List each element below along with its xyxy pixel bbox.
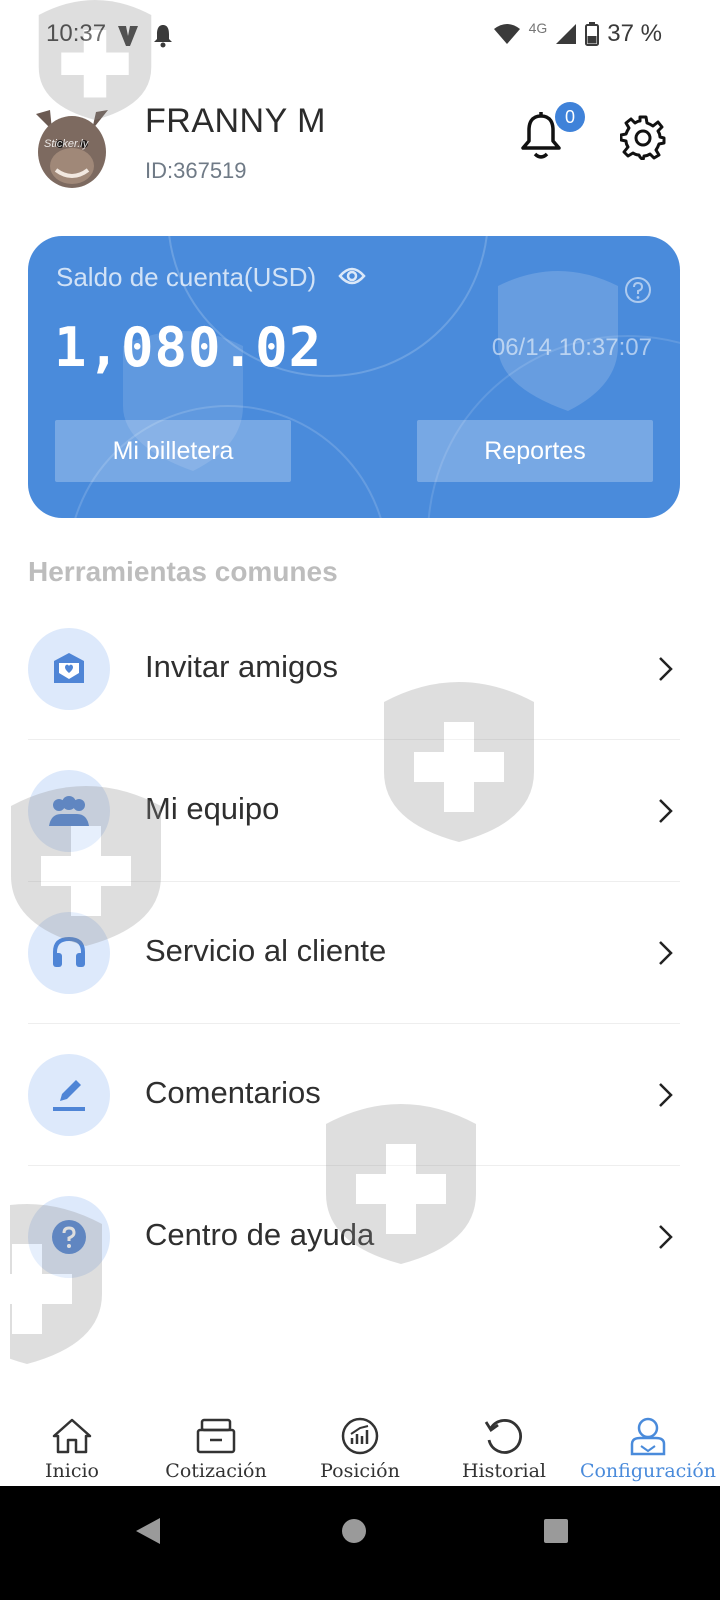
tab-quotes[interactable]: Cotización	[144, 1404, 288, 1486]
bottom-tab-bar: Inicio Cotización Posición Historial Con…	[0, 1404, 720, 1486]
app-notification-icon	[118, 26, 138, 46]
chevron-right-icon	[659, 1225, 673, 1249]
section-title: Herramientas comunes	[28, 556, 338, 587]
status-right: 4G 37 %	[493, 20, 662, 48]
system-nav-bar	[0, 1486, 720, 1600]
history-icon	[484, 1419, 522, 1454]
balance-card: Saldo de cuenta(USD) 1,080.02 06/14 10:3…	[28, 236, 680, 518]
tools-menu: Invitar amigos Mi equipo Servicio al cli…	[28, 598, 680, 1307]
balance-label: Saldo de cuenta(USD)	[56, 262, 317, 292]
edit-icon-wrap	[28, 1054, 110, 1136]
tab-label: Configuración	[579, 1460, 717, 1482]
signal-icon	[556, 24, 577, 44]
menu-label: Invitar amigos	[145, 649, 338, 684]
quote-icon	[196, 1418, 236, 1454]
tab-settings[interactable]: Configuración	[576, 1404, 720, 1486]
recents-icon[interactable]	[542, 1516, 570, 1546]
balance-amount: 1,080.02	[54, 316, 323, 379]
menu-label: Mi equipo	[145, 791, 280, 826]
toggle-visibility-button[interactable]	[338, 266, 366, 291]
user-id: ID:367519	[145, 158, 247, 183]
tab-label: Cotización	[165, 1460, 267, 1482]
tab-label: Posición	[320, 1460, 400, 1482]
menu-label: Comentarios	[145, 1075, 321, 1110]
battery-icon	[585, 22, 600, 46]
tab-history[interactable]: Historial	[432, 1404, 576, 1486]
menu-item-my-team[interactable]: Mi equipo	[28, 740, 680, 882]
team-icon-wrap	[28, 770, 110, 852]
invite-icon-wrap	[28, 628, 110, 710]
menu-item-help-center[interactable]: Centro de ayuda	[28, 1166, 680, 1307]
gear-icon	[619, 115, 666, 162]
menu-label: Centro de ayuda	[145, 1217, 375, 1252]
chevron-right-icon	[659, 941, 673, 965]
wallet-button[interactable]: Mi billetera	[55, 420, 291, 482]
menu-label: Servicio al cliente	[145, 933, 387, 968]
status-bar: 10:37 4G 37 %	[0, 0, 720, 72]
settings-button[interactable]	[619, 114, 666, 162]
avatar-watermark-text: Sticker.ly	[44, 138, 89, 150]
menu-item-invite-friends[interactable]: Invitar amigos	[28, 598, 680, 740]
battery-level: 37 %	[607, 20, 662, 47]
chevron-right-icon	[659, 1083, 673, 1107]
chevron-right-icon	[659, 657, 673, 681]
eye-icon	[338, 267, 366, 285]
user-name: FRANNY M	[145, 102, 326, 140]
tab-label: Historial	[461, 1460, 547, 1482]
headset-icon-wrap	[28, 912, 110, 994]
tab-label: Inicio	[45, 1460, 99, 1482]
network-type: 4G	[528, 20, 548, 36]
help-icon-wrap	[28, 1196, 110, 1278]
menu-item-comments[interactable]: Comentarios	[28, 1024, 680, 1166]
profile-icon	[630, 1417, 666, 1456]
status-left-icons	[116, 22, 174, 48]
headset-icon	[53, 936, 85, 967]
position-icon	[341, 1417, 379, 1455]
question-circle-icon	[625, 277, 651, 303]
chevron-right-icon	[659, 799, 673, 823]
bell-icon	[154, 25, 172, 48]
edit-icon	[53, 1080, 85, 1111]
tab-position[interactable]: Posición	[288, 1404, 432, 1486]
home-icon	[52, 1418, 92, 1454]
notification-badge: 0	[555, 102, 585, 132]
team-icon	[49, 796, 89, 826]
home-nav-icon[interactable]	[340, 1516, 368, 1546]
invite-icon	[54, 653, 84, 683]
reports-button[interactable]: Reportes	[417, 420, 653, 482]
back-icon[interactable]	[134, 1516, 162, 1546]
avatar[interactable]: Sticker.ly	[30, 104, 114, 192]
tab-home[interactable]: Inicio	[0, 1404, 144, 1486]
menu-item-customer-service[interactable]: Servicio al cliente	[28, 882, 680, 1024]
status-time: 10:37	[46, 20, 107, 47]
balance-timestamp: 06/14 10:37:07	[491, 334, 652, 361]
balance-help-button[interactable]	[624, 276, 652, 309]
help-icon	[52, 1220, 86, 1254]
wifi-icon	[493, 24, 520, 44]
